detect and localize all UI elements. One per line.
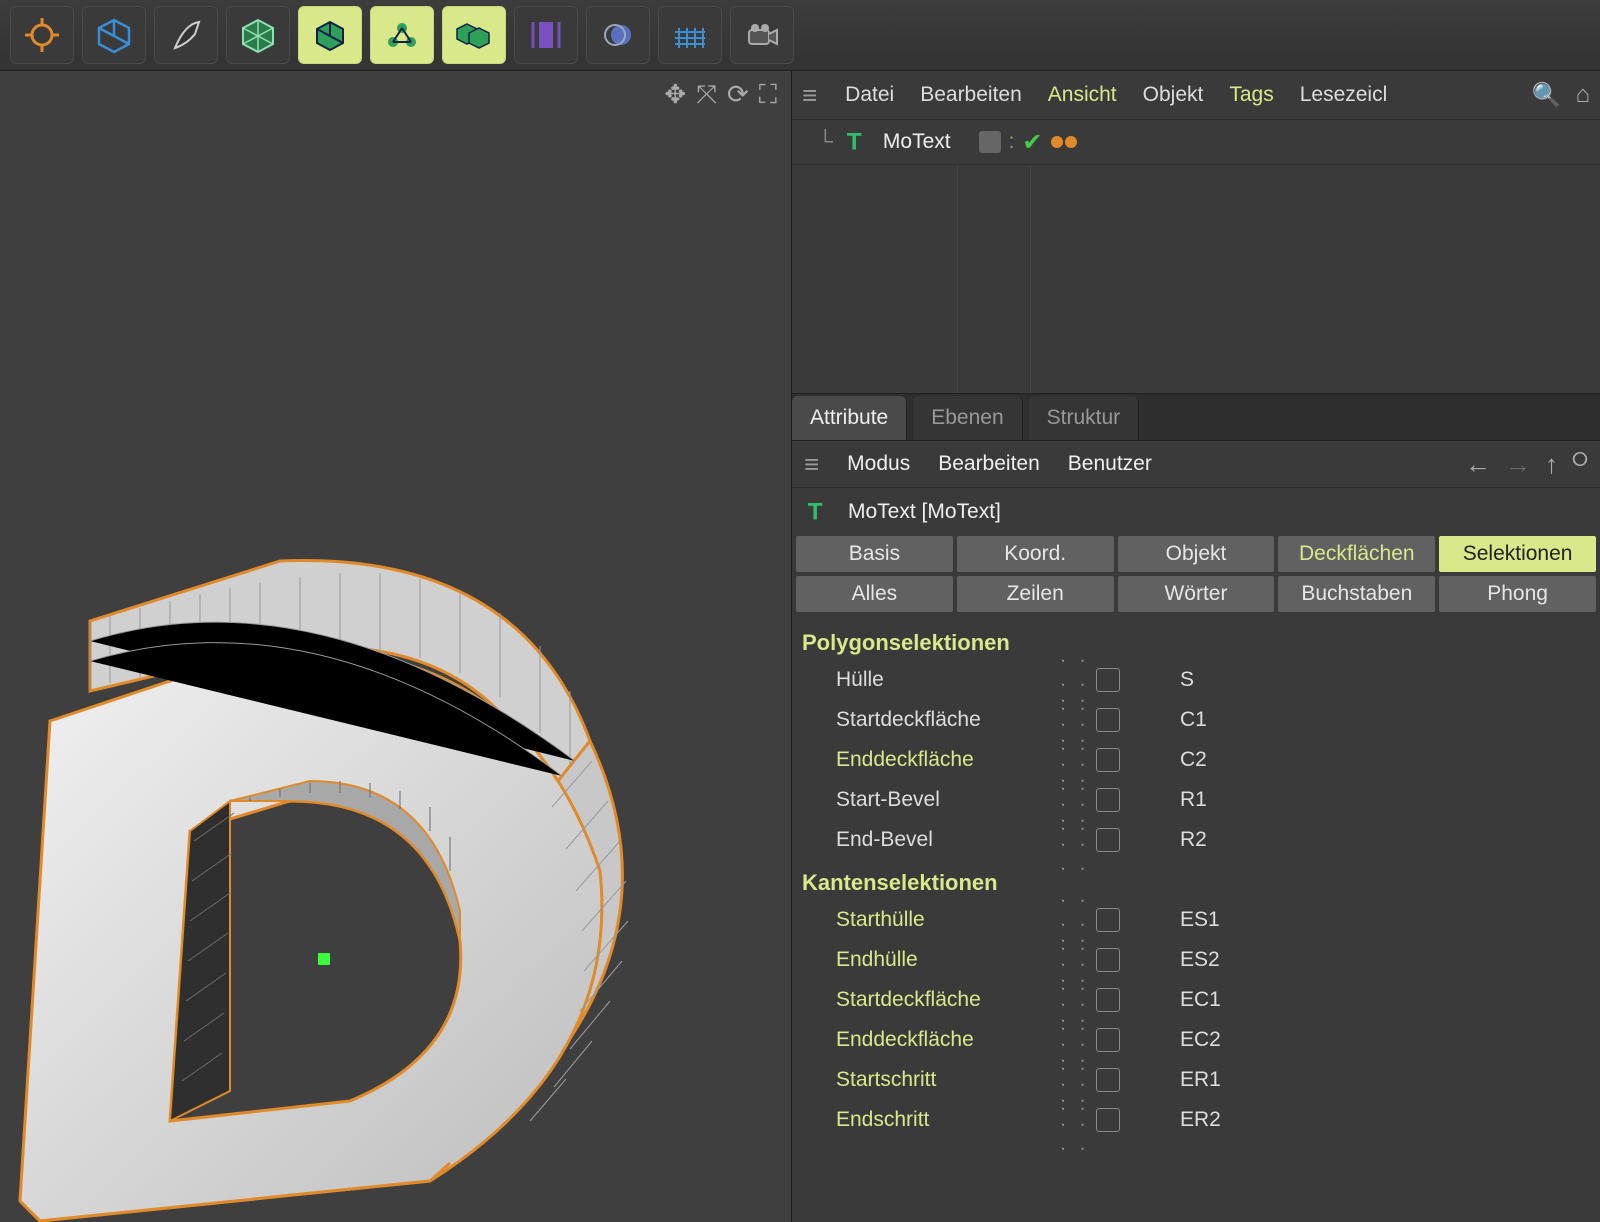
floor-icon[interactable]	[658, 6, 722, 64]
attribute-object-title: MoText [MoText]	[848, 500, 1001, 524]
menu-icon[interactable]: ≡	[802, 80, 817, 111]
prop-value: C2	[1180, 748, 1207, 772]
panel-tab-ebenen[interactable]: Ebenen	[913, 396, 1022, 440]
enable-check-icon[interactable]: ✔	[1022, 128, 1042, 157]
prop-label: Endschritt	[836, 1108, 1056, 1132]
pen-icon[interactable]	[154, 6, 218, 64]
attr-menu-bearbeiten[interactable]: Bearbeiten	[938, 452, 1040, 475]
prop-value: S	[1180, 668, 1194, 692]
prop-checkbox[interactable]	[1096, 668, 1120, 692]
prop-label: End-Bevel	[836, 828, 1056, 852]
attr-tab-selektionen[interactable]: Selektionen	[1439, 536, 1596, 572]
maximize-icon[interactable]: ⛶	[759, 79, 777, 111]
menu-lesezeicl[interactable]: Lesezeicl	[1300, 83, 1388, 106]
prop-value: C1	[1180, 708, 1207, 732]
instance-icon[interactable]	[442, 6, 506, 64]
gear-icon[interactable]	[10, 6, 74, 64]
motext-icon: T	[804, 497, 834, 527]
rotate-icon[interactable]: ⟳	[727, 79, 749, 111]
up-icon[interactable]: ↑	[1545, 449, 1558, 480]
attr-tab-koord[interactable]: Koord.	[957, 536, 1114, 572]
prop-value: ES2	[1180, 948, 1220, 972]
layer-tag-icon[interactable]	[979, 131, 1001, 153]
axis-origin-dot	[318, 953, 330, 965]
subdivision-icon[interactable]	[226, 6, 290, 64]
attribute-tabs-row1: BasisKoord.ObjektDeckflächenSelektionen	[792, 536, 1600, 572]
visibility-dots-icon[interactable]: :	[1009, 130, 1015, 154]
prop-value: EC1	[1180, 988, 1221, 1012]
menu-bearbeiten[interactable]: Bearbeiten	[920, 83, 1022, 106]
viewport[interactable]: ✥ ⤧ ⟳ ⛶	[0, 71, 792, 1222]
back-icon[interactable]: ←	[1465, 449, 1491, 480]
prop-checkbox[interactable]	[1096, 828, 1120, 852]
menu-icon[interactable]: ≡	[804, 449, 819, 480]
attr-menu-benutzer[interactable]: Benutzer	[1068, 452, 1152, 475]
prop-checkbox[interactable]	[1096, 1108, 1120, 1132]
scale-icon[interactable]: ⤧	[696, 79, 717, 111]
prop-checkbox[interactable]	[1096, 1028, 1120, 1052]
attr-tab-zeilen[interactable]: Zeilen	[957, 576, 1114, 612]
menu-ansicht[interactable]: Ansicht	[1048, 83, 1117, 106]
prop-checkbox[interactable]	[1096, 908, 1120, 932]
top-toolbar	[0, 0, 1600, 71]
svg-text:T: T	[847, 129, 862, 156]
viewport-3d-letter	[0, 501, 740, 1222]
camera-icon[interactable]	[730, 6, 794, 64]
object-manager-menubar: ≡ Datei Bearbeiten Ansicht Objekt Tags Leseze…	[792, 71, 1600, 120]
prop-value: ER1	[1180, 1068, 1221, 1092]
prop-checkbox[interactable]	[1096, 788, 1120, 812]
prop-value: R1	[1180, 788, 1207, 812]
prop-value: ES1	[1180, 908, 1220, 932]
prop-value: EC2	[1180, 1028, 1221, 1052]
attr-tab-objekt[interactable]: Objekt	[1118, 536, 1275, 572]
forward-icon[interactable]: →	[1505, 449, 1531, 480]
attribute-menubar: ≡ Modus Bearbeiten Benutzer ← → ↑ ⭘	[792, 441, 1600, 488]
boole-icon[interactable]	[586, 6, 650, 64]
attribute-object-header: T MoText [MoText]	[792, 488, 1600, 536]
cube-outline-icon[interactable]	[82, 6, 146, 64]
prop-row-endschritt: Endschritt. . . . . .ER2	[792, 1100, 1600, 1140]
field-icon[interactable]	[514, 6, 578, 64]
attr-tab-alles[interactable]: Alles	[796, 576, 953, 612]
deformer-icon[interactable]	[370, 6, 434, 64]
panel-tab-struktur[interactable]: Struktur	[1029, 396, 1140, 440]
panel-tabs: AttributeEbenenStruktur	[792, 393, 1600, 441]
menu-datei[interactable]: Datei	[845, 83, 894, 106]
object-manager-area[interactable]	[792, 165, 1600, 393]
attr-menu-modus[interactable]: Modus	[847, 452, 910, 475]
attr-tab-buchstaben[interactable]: Buchstaben	[1278, 576, 1435, 612]
phong-tag-icon[interactable]	[1051, 136, 1077, 148]
prop-value: R2	[1180, 828, 1207, 852]
object-name[interactable]: MoText	[883, 130, 951, 154]
prop-row-endbevel: End-Bevel. . . . . .R2	[792, 820, 1600, 860]
home-icon[interactable]: ⌂	[1576, 81, 1591, 110]
motext-icon: T	[843, 127, 873, 157]
attribute-tabs-row2: AllesZeilenWörterBuchstabenPhong	[792, 576, 1600, 612]
prop-checkbox[interactable]	[1096, 988, 1120, 1012]
menu-objekt[interactable]: Objekt	[1143, 83, 1204, 106]
move-icon[interactable]: ✥	[664, 79, 686, 111]
attr-tab-basis[interactable]: Basis	[796, 536, 953, 572]
prop-value: ER2	[1180, 1108, 1221, 1132]
attr-tab-deckflchen[interactable]: Deckflächen	[1278, 536, 1435, 572]
svg-text:T: T	[808, 499, 823, 526]
menu-tags[interactable]: Tags	[1229, 83, 1273, 106]
prop-checkbox[interactable]	[1096, 708, 1120, 732]
lock-icon[interactable]: ⭘	[1572, 449, 1588, 480]
prop-checkbox[interactable]	[1096, 1068, 1120, 1092]
panel-tab-attribute[interactable]: Attribute	[792, 396, 907, 440]
attr-tab-phong[interactable]: Phong	[1439, 576, 1596, 612]
object-tree-row[interactable]: └ T MoText : ✔	[792, 120, 1600, 165]
generator-icon[interactable]	[298, 6, 362, 64]
attr-tab-wrter[interactable]: Wörter	[1118, 576, 1275, 612]
prop-checkbox[interactable]	[1096, 748, 1120, 772]
search-icon[interactable]: 🔍	[1532, 81, 1562, 110]
prop-checkbox[interactable]	[1096, 948, 1120, 972]
